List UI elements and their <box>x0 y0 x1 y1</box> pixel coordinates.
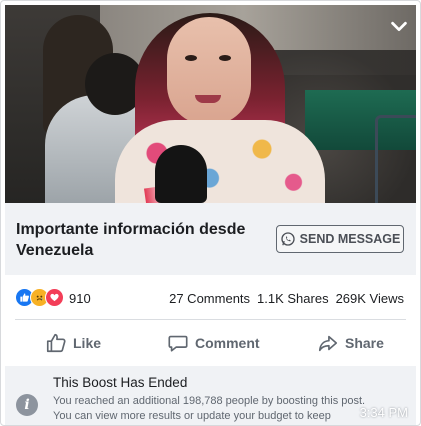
whatsapp-icon <box>280 232 295 246</box>
woman-mouth <box>195 95 221 103</box>
love-reaction-icon <box>45 288 64 307</box>
post-headline: Importante información desde Venezuela <box>16 221 246 259</box>
boost-message-line-1: You reached an additional 198,788 people… <box>53 395 366 407</box>
post-cta-bar: Importante información desde Venezuela S… <box>5 203 416 275</box>
post-actions: Like Comment Share <box>5 327 416 359</box>
shares-count[interactable]: 1.1K Shares <box>257 291 329 306</box>
comments-count[interactable]: 27 Comments <box>169 291 250 306</box>
woman-eye-left <box>185 55 197 61</box>
woman-eye-right <box>219 55 231 61</box>
comment-button[interactable]: Comment <box>167 327 260 359</box>
comment-label: Comment <box>195 335 260 351</box>
like-button[interactable]: Like <box>45 327 101 359</box>
background-chair <box>375 115 416 203</box>
boost-message-line-2: You can view more results or update your… <box>53 410 331 422</box>
woman-face <box>167 17 251 125</box>
send-message-button[interactable]: SEND MESSAGE <box>276 225 404 253</box>
chevron-down-icon[interactable] <box>388 15 410 37</box>
timestamp: 3:34 PM <box>359 405 408 420</box>
boost-ended-panel[interactable]: i This Boost Has Ended You reached an ad… <box>5 366 416 425</box>
send-message-label: SEND MESSAGE <box>299 232 401 246</box>
share-button[interactable]: Share <box>317 327 384 359</box>
share-arrow-icon <box>318 335 338 352</box>
info-icon: i <box>16 394 38 416</box>
thumbs-up-icon <box>46 333 66 353</box>
reaction-icons[interactable] <box>15 288 64 307</box>
views-count[interactable]: 269K Views <box>336 291 404 306</box>
stats-right: 27 Comments 1.1K Shares 269K Views <box>169 291 404 306</box>
divider <box>15 319 406 320</box>
comment-icon <box>168 335 188 352</box>
share-label: Share <box>345 335 384 351</box>
video-thumbnail[interactable] <box>5 5 416 203</box>
engagement-stats: 910 27 Comments 1.1K Shares 269K Views <box>5 284 416 310</box>
microphone <box>155 145 207 203</box>
boost-title: This Boost Has Ended <box>53 375 188 390</box>
reaction-count[interactable]: 910 <box>69 291 91 306</box>
post-card: Importante información desde Venezuela S… <box>0 0 421 426</box>
like-label: Like <box>73 335 102 351</box>
